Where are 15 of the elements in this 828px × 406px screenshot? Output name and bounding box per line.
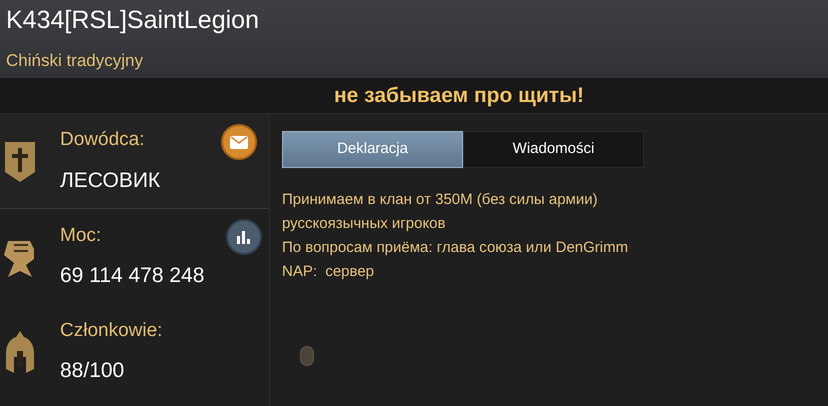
tab[interactable]: Wiadomości — [463, 131, 644, 168]
declaration-line: NAP: сервер — [282, 262, 376, 282]
stat-label: Członkowie: — [60, 318, 164, 342]
stat-value: 69 114 478 248 — [60, 263, 204, 289]
stat-value: ЛЕСОВИК — [60, 168, 162, 194]
language-label: Chiński tradycyjny — [6, 50, 144, 72]
tab[interactable]: Deklaracja — [282, 131, 463, 168]
declaration-line: Принимаем в клан от 350M (без силы армии) — [282, 190, 599, 210]
stat-label: Moc: — [60, 224, 102, 248]
declaration-line: По вопросам приёма: глава союза или DenGrimm — [282, 238, 630, 258]
alliance-motto: не забываем про щиты! — [334, 82, 584, 109]
stat-label: Dowódca: — [60, 128, 146, 152]
declaration-line: русскоязычных игроков — [282, 214, 446, 234]
stat-value: 88/100 — [60, 358, 126, 384]
alliance-title: K434[RSL]SaintLegion — [6, 5, 260, 36]
